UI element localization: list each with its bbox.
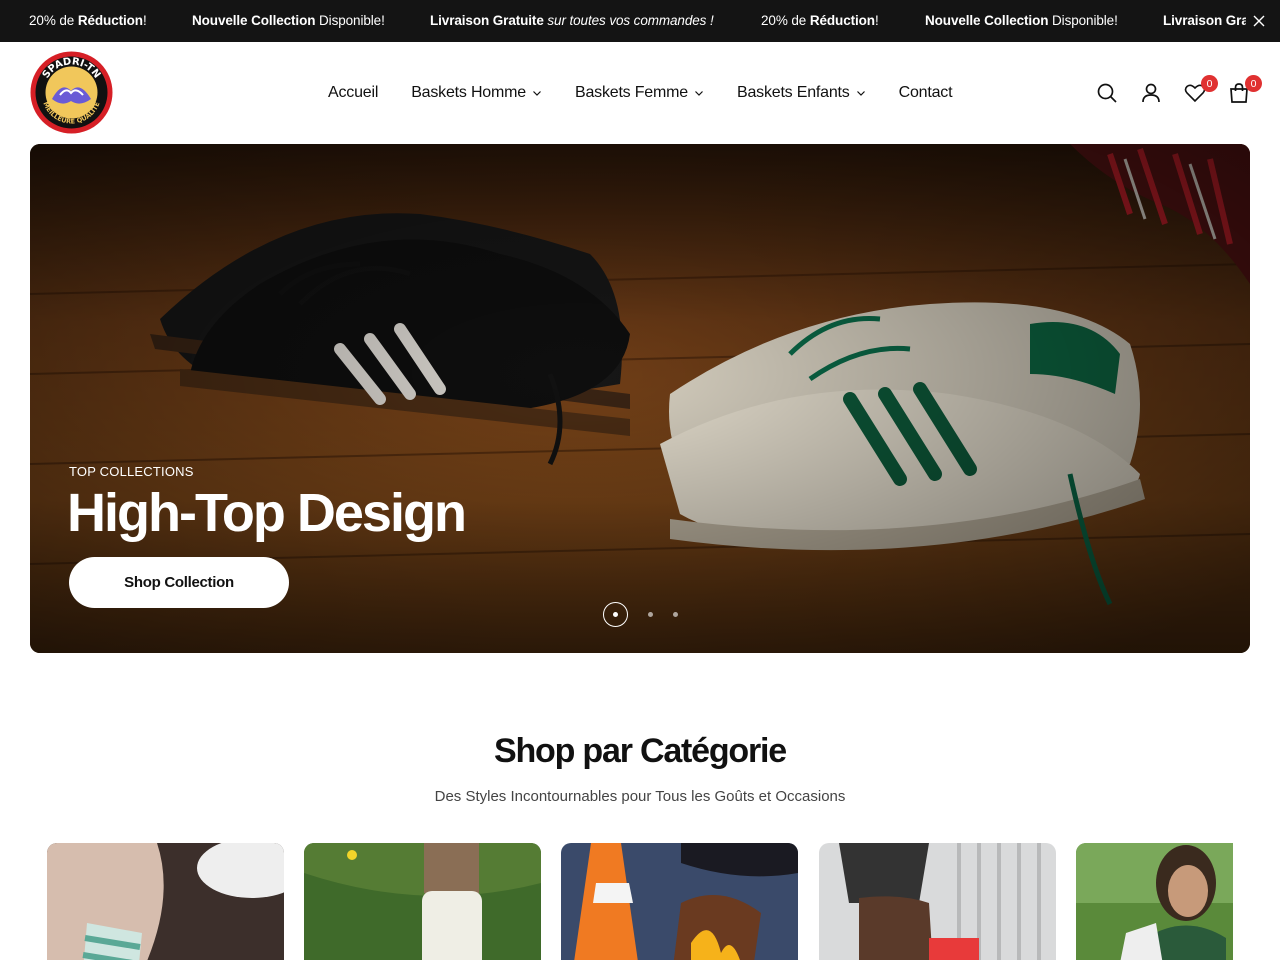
nav-item-baskets-homme[interactable]: Baskets Homme [411,84,542,102]
slide-dot-2[interactable] [648,612,653,617]
section-subtitle: Des Styles Incontournables pour Tous les… [434,788,846,805]
category-card[interactable] [1076,843,1233,960]
announcement-free-shipping: Livraison Grat [1163,13,1254,28]
section-title: Shop par Catégorie [493,732,787,770]
slide-dot-3[interactable] [673,612,678,617]
hero-title: High-Top Design [67,483,467,543]
announcement-discount: 20% de Réduction! [761,13,879,28]
chevron-down-icon [856,91,865,96]
cart-count-badge: 0 [1245,75,1262,92]
announcement-bar: 20% de Réduction! Nouvelle Collection Di… [0,0,1280,42]
category-carousel [47,843,1233,960]
close-announcement-button[interactable] [1246,8,1272,34]
nav-label: Baskets Enfants [736,84,850,101]
nav-label: Baskets Homme [411,84,526,101]
store-logo[interactable]: SPADRI-TN MEILLEURE QUALITÉ [30,51,113,134]
nav-item-baskets-enfants[interactable]: Baskets Enfants [737,84,866,102]
wishlist-button[interactable]: 0 [1184,75,1218,104]
category-card[interactable] [561,843,798,960]
category-card[interactable] [819,843,1056,960]
category-image [561,843,798,960]
category-card[interactable] [47,843,284,960]
account-icon [1142,83,1160,103]
close-icon [1253,15,1265,27]
announcement-new-collection: Nouvelle Collection Disponible! [925,13,1118,28]
announcement-discount: 20% de Réduction! [29,13,147,28]
announcement-new-collection: Nouvelle Collection Disponible! [192,13,385,28]
category-image [304,843,541,960]
spadri-logo-icon: SPADRI-TN MEILLEURE QUALITÉ [30,51,113,134]
chevron-down-icon [533,91,541,96]
main-nav: Accueil Baskets Homme Baskets Femme Bask… [328,84,953,102]
chevron-down-icon [695,91,703,96]
category-image [819,843,1056,960]
header-icons: 0 0 [1096,75,1262,104]
nav-item-contact[interactable]: Contact [899,84,953,102]
nav-label: Contact [898,84,953,101]
nav-item-accueil[interactable]: Accueil [328,84,378,102]
slide-dot-1[interactable] [603,602,628,627]
account-button[interactable] [1140,82,1162,104]
hero-slideshow: TOP COLLECTIONS High-Top Design Shop Col… [30,144,1250,653]
nav-label: Baskets Femme [574,84,688,101]
search-button[interactable] [1096,82,1118,104]
slideshow-pagination [603,602,678,627]
nav-item-baskets-femme[interactable]: Baskets Femme [575,84,704,102]
wishlist-count-badge: 0 [1201,75,1218,92]
site-header: SPADRI-TN MEILLEURE QUALITÉ Accueil Bask… [0,42,1280,144]
category-image [1076,843,1233,960]
hero-kicker: TOP COLLECTIONS [69,464,194,479]
announcement-free-shipping: Livraison Gratuite sur toutes vos comman… [430,13,714,28]
nav-label: Accueil [328,84,379,101]
search-icon [1097,83,1117,103]
shop-collection-button[interactable]: Shop Collection [69,557,289,608]
category-image [47,843,284,960]
cart-button[interactable]: 0 [1228,75,1262,104]
category-card[interactable] [304,843,541,960]
